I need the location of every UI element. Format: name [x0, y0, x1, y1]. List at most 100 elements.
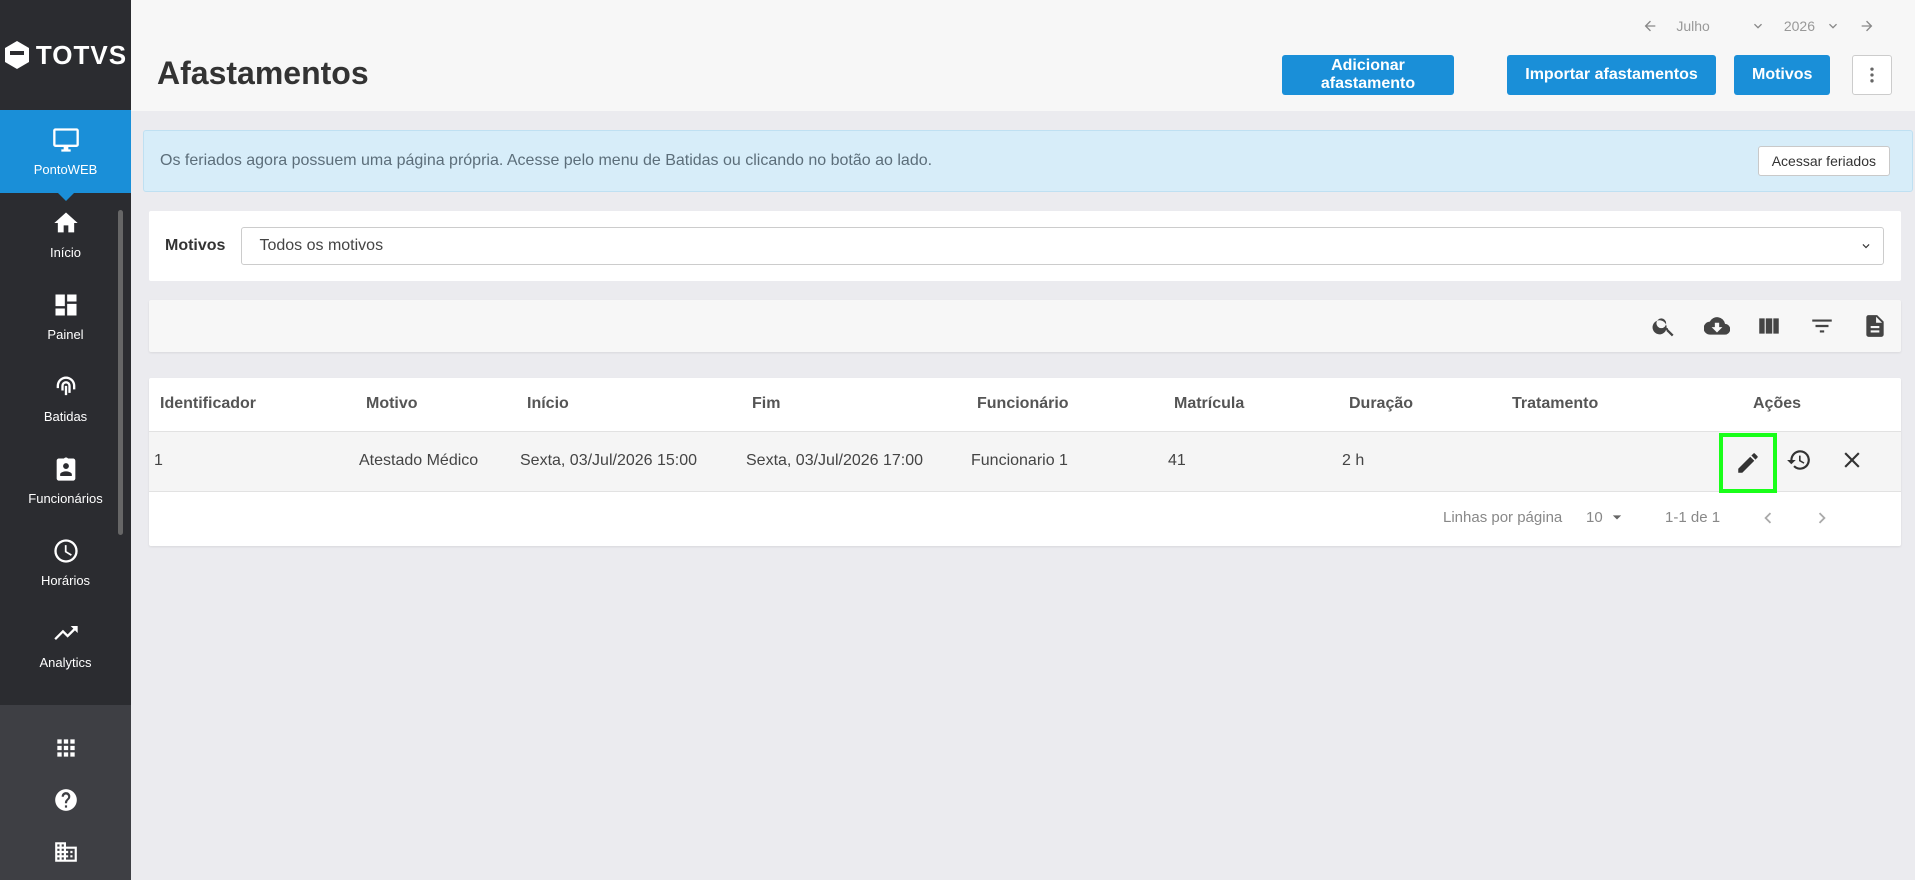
arrow-left-icon[interactable]	[1642, 18, 1658, 34]
chevron-right-icon	[1818, 512, 1826, 524]
brand-name: TOTVS	[35, 39, 128, 70]
totvs-logo[interactable]: TOTVS	[0, 0, 131, 110]
history-button[interactable]	[1785, 446, 1813, 474]
table-header: Identificador Motivo Início Fim Funcioná…	[149, 378, 1901, 432]
document-icon	[1866, 315, 1884, 337]
sidebar: TOTVS PontoWEB Início Painel Batidas Fun…	[0, 0, 131, 880]
sidebar-item-inicio[interactable]: Início	[0, 193, 131, 275]
fingerprint-icon	[56, 376, 75, 395]
search-icon	[1652, 318, 1674, 337]
help-icon[interactable]	[53, 787, 79, 813]
column-header-matricula[interactable]: Matrícula	[1174, 395, 1244, 413]
page-header: Afastamentos Julho 2026 Adicionar afasta…	[131, 0, 1915, 111]
column-header-identificador[interactable]: Identificador	[160, 395, 256, 413]
company-icon[interactable]	[53, 839, 79, 865]
year-select[interactable]: 2026	[1784, 18, 1841, 34]
cloud-download-icon	[1703, 317, 1731, 335]
cell-fim: Sexta, 03/Jul/2026 17:00	[746, 452, 924, 469]
sidebar-item-label: Funcionários	[28, 490, 103, 506]
monitor-icon	[52, 128, 79, 152]
reasons-select-value: Todos os motivos	[259, 237, 384, 254]
sidebar-item-batidas[interactable]: Batidas	[0, 357, 131, 439]
add-absence-button[interactable]: Adicionar afastamento	[1282, 55, 1454, 95]
chevron-down-icon	[1862, 244, 1870, 249]
access-holidays-button[interactable]: Acessar feriados	[1757, 146, 1890, 176]
cell-funcionario: Funcionario 1	[971, 452, 1068, 469]
filter-button[interactable]	[1809, 313, 1835, 339]
sidebar-item-label: Início	[49, 244, 82, 260]
cell-identificador: 1	[154, 452, 163, 469]
sidebar-scrollbar[interactable]	[118, 210, 123, 535]
search-button[interactable]	[1651, 313, 1677, 339]
sidebar-item-horarios[interactable]: Horários	[0, 521, 131, 603]
dashboard-icon	[55, 294, 76, 315]
alert-text: Os feriados agora possuem uma página pró…	[160, 152, 933, 169]
page-title: Afastamentos	[157, 55, 369, 91]
download-button[interactable]	[1703, 313, 1731, 339]
columns-icon	[1759, 318, 1779, 334]
cell-motivo: Atestado Médico	[359, 452, 479, 469]
info-alert: Os feriados agora possuem uma página pró…	[143, 130, 1913, 192]
sidebar-item-label: Horários	[40, 572, 91, 588]
cell-inicio: Sexta, 03/Jul/2026 15:00	[520, 452, 698, 469]
home-icon	[53, 212, 78, 232]
rows-per-page-value: 10	[1586, 508, 1603, 526]
more-options-button[interactable]	[1852, 55, 1892, 95]
sidebar-item-label: Painel	[47, 326, 84, 342]
pagination-range: 1-1 de 1	[1665, 509, 1721, 526]
sidebar-item-funcionarios[interactable]: Funcionários	[0, 439, 131, 521]
cell-duracao: 2 h	[1342, 452, 1365, 469]
table-toolbar	[149, 300, 1901, 352]
reasons-button[interactable]: Motivos	[1734, 55, 1830, 95]
table-row[interactable]: 1 Atestado Médico Sexta, 03/Jul/2026 15:…	[149, 432, 1901, 493]
totvs-logo-icon	[4, 41, 29, 69]
month-navigator: Julho 2026	[1642, 18, 1875, 34]
chevron-down-icon	[1829, 23, 1837, 29]
edit-button[interactable]	[1719, 433, 1777, 493]
column-header-funcionario[interactable]: Funcionário	[977, 395, 1069, 413]
rows-per-page-label: Linhas por página	[1443, 509, 1563, 526]
column-header-duracao[interactable]: Duração	[1349, 395, 1413, 413]
sidebar-item-analytics[interactable]: Analytics	[0, 603, 131, 685]
reasons-filter: Motivos Todos os motivos	[149, 211, 1901, 281]
chevron-left-icon	[1764, 512, 1772, 524]
sidebar-bottom	[0, 705, 131, 880]
column-header-acoes: Ações	[1753, 395, 1802, 412]
cell-matricula: 41	[1168, 452, 1186, 469]
badge-icon	[56, 456, 75, 481]
year-value: 2026	[1783, 18, 1815, 34]
sidebar-item-label: PontoWEB	[33, 162, 98, 177]
column-header-tratamento[interactable]: Tratamento	[1512, 395, 1598, 413]
column-header-fim[interactable]: Fim	[752, 395, 780, 413]
column-header-inicio[interactable]: Início	[527, 395, 569, 413]
sidebar-item-label: Analytics	[39, 654, 92, 670]
clock-icon	[53, 538, 78, 563]
import-absences-button[interactable]: Importar afastamentos	[1507, 55, 1716, 95]
sidebar-item-pontoweb[interactable]: PontoWEB	[0, 110, 131, 201]
sidebar-item-label: Batidas	[43, 408, 88, 424]
columns-button[interactable]	[1756, 313, 1782, 339]
delete-button[interactable]	[1838, 446, 1866, 474]
history-icon	[1787, 450, 1810, 470]
column-header-motivo[interactable]: Motivo	[366, 395, 418, 413]
reasons-select[interactable]: Todos os motivos	[241, 227, 1885, 265]
trending-up-icon	[53, 625, 78, 640]
arrow-right-icon[interactable]	[1859, 18, 1875, 34]
sidebar-item-painel[interactable]: Painel	[0, 275, 131, 357]
filter-label: Motivos	[165, 237, 226, 254]
previous-page-button[interactable]	[1757, 507, 1779, 533]
caret-down-icon	[1612, 515, 1621, 520]
month-value: Julho	[1676, 18, 1710, 34]
rows-per-page-select[interactable]: 10	[1586, 507, 1627, 527]
report-button[interactable]	[1862, 313, 1888, 339]
close-icon	[1844, 452, 1860, 468]
absences-table: Identificador Motivo Início Fim Funcioná…	[149, 378, 1901, 546]
chevron-down-icon	[1753, 23, 1762, 29]
apps-grid-icon[interactable]	[53, 735, 79, 761]
more-vertical-icon	[1870, 67, 1874, 83]
month-select[interactable]: Julho	[1676, 18, 1765, 34]
next-page-button[interactable]	[1811, 507, 1833, 533]
filter-icon	[1812, 319, 1832, 333]
pencil-icon	[1738, 453, 1758, 473]
pagination: Linhas por página 10 1-1 de 1	[149, 492, 1901, 545]
